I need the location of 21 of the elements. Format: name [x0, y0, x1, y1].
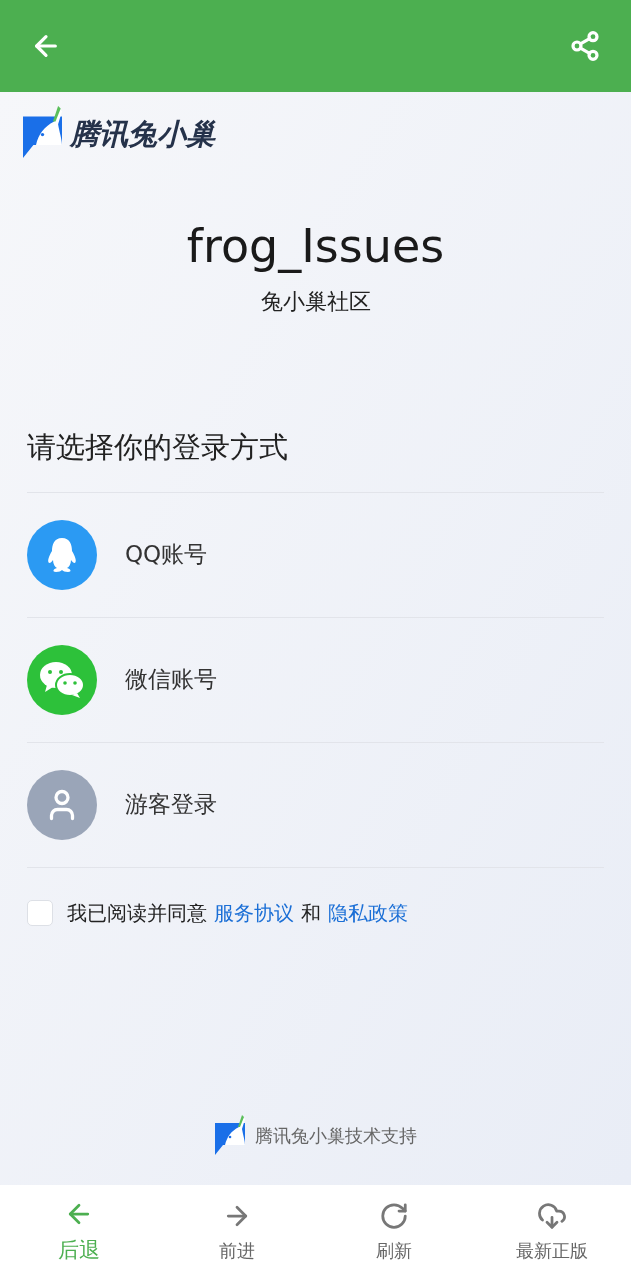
login-option[interactable]: 游客登录	[27, 742, 604, 868]
agreement-text: 我已阅读并同意	[67, 899, 207, 927]
refresh-icon	[379, 1201, 410, 1231]
login-option[interactable]: 微信账号	[27, 617, 604, 743]
brand-name: 腾讯兔小巢	[70, 116, 215, 154]
agreement-joiner: 和	[301, 899, 321, 927]
agreement-checkbox[interactable]	[27, 899, 53, 926]
nav-button[interactable]: 刷新	[315, 1201, 474, 1264]
service-agreement-link[interactable]: 服务协议	[214, 897, 294, 928]
nav-button[interactable]: 最新正版	[473, 1201, 631, 1264]
privacy-policy-link[interactable]: 隐私政策	[328, 897, 408, 928]
login-heading: 请选择你的登录方式	[27, 426, 604, 493]
nav-button[interactable]: 前进	[157, 1201, 316, 1264]
cloud-download-icon	[537, 1201, 568, 1231]
powered-by-text: 腾讯兔小巢技术支持	[254, 1123, 417, 1148]
rabbit-logo-icon	[214, 1115, 245, 1155]
login-option[interactable]: QQ账号	[27, 492, 604, 618]
rabbit-logo-icon	[23, 106, 62, 158]
community-subtitle: 兔小巢社区	[260, 288, 371, 316]
share-button[interactable]	[569, 30, 601, 62]
community-title: frog_Issues	[186, 218, 445, 275]
